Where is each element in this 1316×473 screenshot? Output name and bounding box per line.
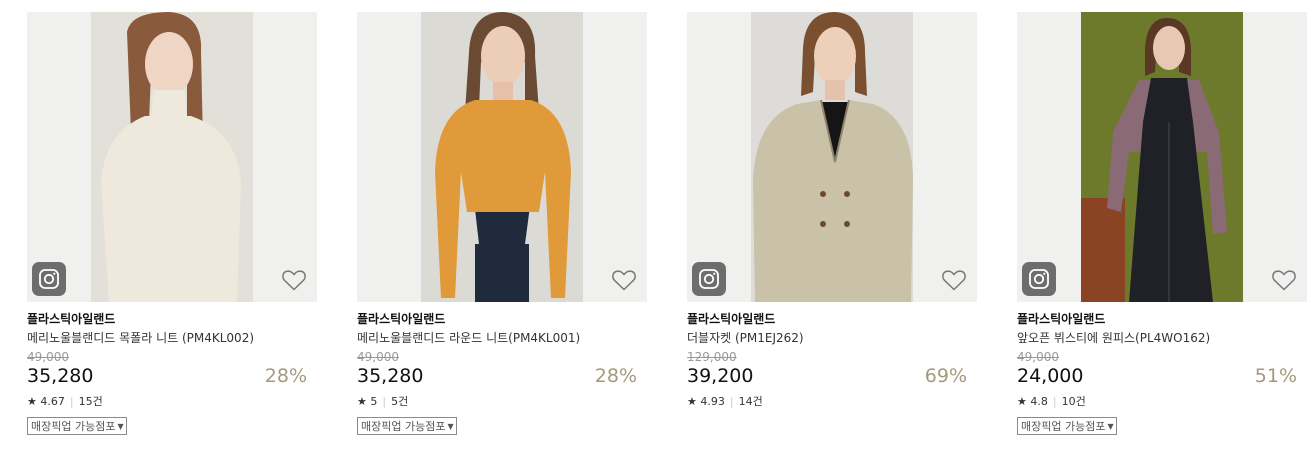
rating-score: 4.8 [1030, 395, 1048, 408]
heart-outline-icon[interactable] [1271, 268, 1297, 292]
price-row: 35,280 28% [357, 364, 647, 388]
product-brand: 플라스틱아일랜드 [357, 312, 446, 326]
product-name[interactable]: 앞오픈 뷔스티에 원피스(PL4WO162) [1017, 330, 1307, 346]
price-row: 35,280 28% [27, 364, 317, 388]
price-row: 39,200 69% [687, 364, 977, 388]
product-name[interactable]: 메리노울블랜디드 목폴라 니트 (PM4KL002) [27, 330, 317, 346]
product-brand: 플라스틱아일랜드 [27, 312, 116, 326]
divider: | [729, 395, 734, 408]
heart-outline-icon[interactable] [281, 268, 307, 292]
sale-price: 24,000 [1017, 365, 1084, 387]
instagram-icon [1029, 269, 1049, 289]
product-name[interactable]: 메리노울블랜디드 라운드 니트(PM4KL001) [357, 330, 647, 346]
price-row: 24,000 51% [1017, 364, 1307, 388]
discount-rate: 28% [594, 365, 637, 387]
review-count: 14건 [738, 395, 763, 408]
original-price: 49,000 [1017, 350, 1059, 364]
star-icon: ★ [27, 395, 37, 408]
original-price: 49,000 [357, 350, 399, 364]
product-name[interactable]: 더블자켓 (PM1EJ262) [687, 330, 977, 346]
original-price: 129,000 [687, 350, 737, 364]
rating-summary: ★ 4.93 | 14건 [687, 395, 977, 409]
sale-price: 35,280 [27, 365, 94, 387]
instagram-icon [699, 269, 719, 289]
instagram-button[interactable] [32, 262, 66, 296]
product-photo [751, 12, 913, 302]
caret-down-icon: ▼ [117, 422, 124, 431]
product-photo [1081, 12, 1243, 302]
original-price: 49,000 [27, 350, 69, 364]
rating-score: 4.93 [700, 395, 725, 408]
rating-summary: ★ 5 | 5건 [357, 395, 647, 409]
heart-outline-icon[interactable] [941, 268, 967, 292]
rating-summary: ★ 4.67 | 15건 [27, 395, 317, 409]
divider: | [1052, 395, 1057, 408]
product-card[interactable]: 플라스틱아일랜드 더블자켓 (PM1EJ262) 129,000 39,200 … [687, 12, 977, 409]
product-photo [91, 12, 253, 302]
review-count: 10건 [1061, 395, 1086, 408]
divider: | [69, 395, 74, 408]
star-icon: ★ [687, 395, 697, 408]
product-card[interactable]: 플라스틱아일랜드 메리노울블랜디드 목폴라 니트 (PM4KL002) 49,0… [27, 12, 317, 435]
discount-rate: 51% [1254, 365, 1297, 387]
star-icon: ★ [1017, 395, 1027, 408]
product-brand: 플라스틱아일랜드 [687, 312, 776, 326]
store-pickup-dropdown[interactable]: 매장픽업 가능점포 ▼ [1017, 417, 1117, 435]
product-image[interactable] [687, 12, 977, 302]
product-image[interactable] [27, 12, 317, 302]
caret-down-icon: ▼ [447, 422, 454, 431]
discount-rate: 28% [264, 365, 307, 387]
product-card[interactable]: 플라스틱아일랜드 앞오픈 뷔스티에 원피스(PL4WO162) 49,000 2… [1017, 12, 1307, 435]
instagram-button[interactable] [1022, 262, 1056, 296]
product-card[interactable]: 플라스틱아일랜드 메리노울블랜디드 라운드 니트(PM4KL001) 49,00… [357, 12, 647, 435]
instagram-button[interactable] [692, 262, 726, 296]
pickup-label: 매장픽업 가능점포 [31, 420, 116, 433]
rating-score: 5 [370, 395, 378, 408]
sale-price: 35,280 [357, 365, 424, 387]
product-image[interactable] [357, 12, 647, 302]
pickup-label: 매장픽업 가능점포 [361, 420, 446, 433]
product-photo [421, 12, 583, 302]
review-count: 15건 [78, 395, 103, 408]
product-brand: 플라스틱아일랜드 [1017, 312, 1106, 326]
store-pickup-dropdown[interactable]: 매장픽업 가능점포 ▼ [27, 417, 127, 435]
sale-price: 39,200 [687, 365, 754, 387]
pickup-label: 매장픽업 가능점포 [1021, 420, 1106, 433]
rating-summary: ★ 4.8 | 10건 [1017, 395, 1307, 409]
rating-score: 4.67 [40, 395, 65, 408]
discount-rate: 69% [924, 365, 967, 387]
divider: | [382, 395, 387, 408]
heart-outline-icon[interactable] [611, 268, 637, 292]
instagram-icon [39, 269, 59, 289]
product-grid: 플라스틱아일랜드 메리노울블랜디드 목폴라 니트 (PM4KL002) 49,0… [0, 0, 1316, 473]
star-icon: ★ [357, 395, 367, 408]
review-count: 5건 [391, 395, 409, 408]
caret-down-icon: ▼ [1107, 422, 1114, 431]
store-pickup-dropdown[interactable]: 매장픽업 가능점포 ▼ [357, 417, 457, 435]
product-image[interactable] [1017, 12, 1307, 302]
